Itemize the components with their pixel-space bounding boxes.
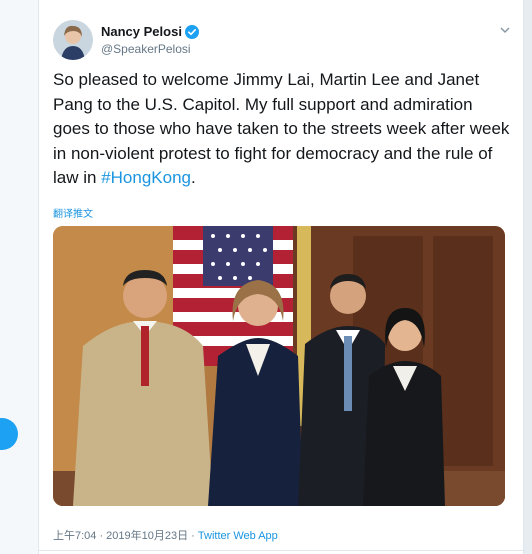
hashtag-link[interactable]: #HongKong	[101, 168, 191, 187]
tweet-card: Nancy Pelosi @SpeakerPelosi So pleased t…	[38, 0, 524, 554]
tweet-meta: 上午7:04 · 2019年10月23日 · Twitter Web App	[53, 527, 278, 543]
divider	[39, 550, 523, 551]
tweet-timestamp[interactable]: 上午7:04 · 2019年10月23日 ·	[53, 530, 198, 542]
author-line[interactable]: Nancy Pelosi	[101, 24, 199, 39]
tweet-photo[interactable]	[53, 226, 505, 506]
avatar[interactable]	[53, 20, 93, 60]
left-column	[0, 0, 38, 554]
tweet-source-link[interactable]: Twitter Web App	[198, 530, 278, 542]
author-handle[interactable]: @SpeakerPelosi	[101, 42, 191, 56]
author-name[interactable]: Nancy Pelosi	[101, 24, 182, 39]
verified-badge-icon	[184, 24, 199, 39]
chevron-down-icon[interactable]	[499, 24, 511, 36]
translate-tweet-link[interactable]: 翻译推文	[53, 205, 93, 220]
tweet-text-end: .	[191, 168, 196, 187]
tweet-text: So pleased to welcome Jimmy Lai, Martin …	[53, 68, 513, 191]
